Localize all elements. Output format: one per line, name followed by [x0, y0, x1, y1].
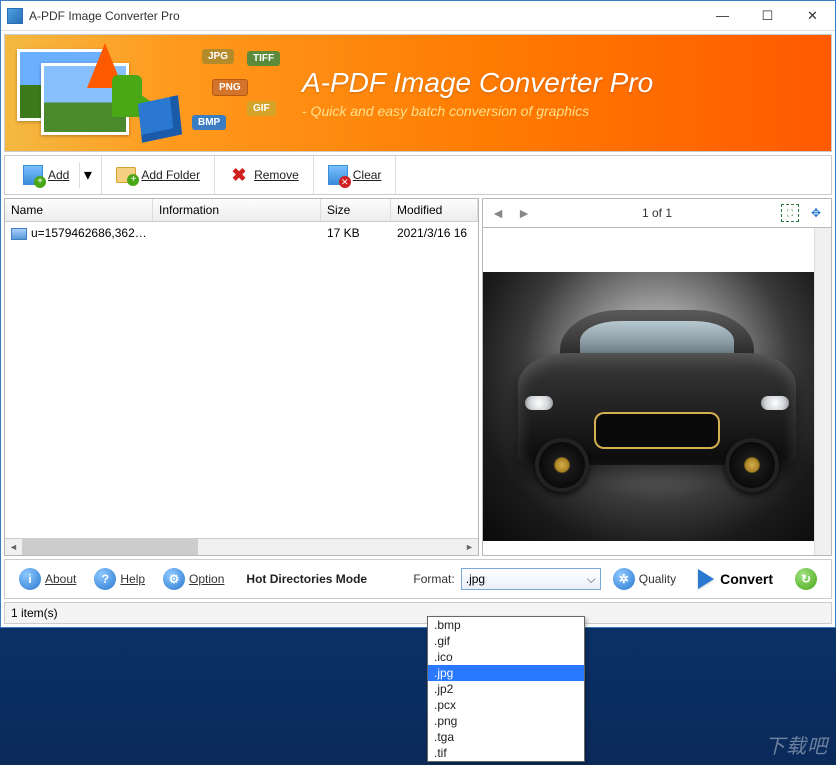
clear-icon [328, 165, 348, 185]
app-window: A-PDF Image Converter Pro — ☐ ✕ JPG TIFF… [0, 0, 836, 628]
app-icon [7, 8, 23, 24]
preview-panel: ◄ ► 1 of 1 ⛶ ✥ [482, 198, 832, 556]
column-name[interactable]: Name [5, 199, 153, 221]
extra-green-button[interactable]: ↻ [789, 566, 823, 592]
format-option[interactable]: .tif [428, 745, 584, 761]
preview-viewport[interactable] [482, 228, 832, 556]
status-text: 1 item(s) [11, 606, 58, 620]
banner-logo-graphic [17, 43, 172, 143]
close-button[interactable]: ✕ [790, 1, 835, 30]
preview-toolbar: ◄ ► 1 of 1 ⛶ ✥ [482, 198, 832, 228]
png-chip: PNG [212, 79, 248, 96]
add-button[interactable]: Add [15, 161, 77, 189]
hot-directories-mode-button[interactable]: Hot Directories Mode [246, 572, 367, 586]
tiff-chip: TIFF [247, 51, 280, 66]
header-banner: JPG TIFF PNG BMP GIF A-PDF Image Convert… [4, 34, 832, 152]
bottom-toolbar: i About ? Help ⚙ Option Hot Directories … [4, 559, 832, 599]
option-button[interactable]: ⚙ Option [157, 566, 230, 592]
main-toolbar: Add ▾ Add Folder ✖ Remove Clear [4, 155, 832, 195]
file-list-body[interactable]: u=1579462686,362220... 17 KB 2021/3/16 1… [5, 222, 478, 538]
preview-image-content [483, 272, 831, 540]
minimize-button[interactable]: — [700, 1, 745, 30]
scroll-right-icon[interactable]: ► [461, 539, 478, 555]
gear-icon: ⚙ [163, 568, 185, 590]
banner-title: A-PDF Image Converter Pro [302, 67, 819, 99]
remove-button[interactable]: ✖ Remove [221, 161, 307, 189]
quality-button[interactable]: ✲ Quality [607, 566, 682, 592]
image-file-icon [11, 228, 27, 240]
help-icon: ? [94, 568, 116, 590]
format-option[interactable]: .tga [428, 729, 584, 745]
prev-page-button[interactable]: ◄ [489, 204, 507, 222]
banner-subtitle: - Quick and easy batch conversion of gra… [302, 103, 819, 119]
format-option[interactable]: .bmp [428, 617, 584, 633]
format-label: Format: [413, 572, 454, 586]
preview-vertical-scrollbar[interactable] [814, 228, 831, 555]
format-option[interactable]: .pcx [428, 697, 584, 713]
add-image-icon [23, 165, 43, 185]
bmp-chip: BMP [192, 115, 226, 130]
scroll-thumb[interactable] [22, 539, 198, 555]
format-option[interactable]: .jpg [428, 665, 584, 681]
titlebar: A-PDF Image Converter Pro — ☐ ✕ [1, 1, 835, 31]
format-option[interactable]: .png [428, 713, 584, 729]
circle-arrow-icon: ↻ [795, 568, 817, 590]
convert-button[interactable]: Convert [688, 565, 783, 593]
horizontal-scrollbar[interactable]: ◄ ► [5, 538, 478, 555]
zoom-fit-button[interactable]: ⛶ [781, 204, 799, 222]
quality-icon: ✲ [613, 568, 635, 590]
info-icon: i [19, 568, 41, 590]
play-icon [698, 569, 714, 589]
banner-format-chips: JPG TIFF PNG BMP GIF [192, 43, 302, 143]
format-option[interactable]: .gif [428, 633, 584, 649]
clear-button[interactable]: Clear [320, 161, 390, 189]
watermark-text: 下载吧 [765, 730, 828, 759]
jpg-chip: JPG [202, 49, 234, 64]
about-button[interactable]: i About [13, 566, 82, 592]
add-dropdown-caret[interactable]: ▾ [79, 162, 95, 188]
folder-icon [116, 167, 136, 183]
zoom-actual-button[interactable]: ✥ [807, 204, 825, 222]
next-page-button[interactable]: ► [515, 204, 533, 222]
column-info[interactable]: Information [153, 199, 321, 221]
status-bar: 1 item(s) [4, 602, 832, 624]
format-option[interactable]: .jp2 [428, 681, 584, 697]
help-button[interactable]: ? Help [88, 566, 151, 592]
file-list-header: Name Information Size Modified [5, 199, 478, 222]
format-dropdown-list[interactable]: .bmp.gif.ico.jpg.jp2.pcx.png.tga.tif [427, 616, 585, 762]
format-option[interactable]: .ico [428, 649, 584, 665]
page-indicator: 1 of 1 [541, 206, 773, 220]
scroll-left-icon[interactable]: ◄ [5, 539, 22, 555]
gif-chip: GIF [247, 101, 276, 116]
window-title: A-PDF Image Converter Pro [29, 9, 700, 23]
remove-icon: ✖ [229, 165, 249, 185]
table-row[interactable]: u=1579462686,362220... 17 KB 2021/3/16 1… [5, 222, 478, 244]
add-folder-button[interactable]: Add Folder [108, 161, 208, 189]
maximize-button[interactable]: ☐ [745, 1, 790, 30]
format-select[interactable]: .jpg [461, 568, 601, 590]
column-size[interactable]: Size [321, 199, 391, 221]
column-modified[interactable]: Modified [391, 199, 478, 221]
file-list-panel: Name Information Size Modified u=1579462… [4, 198, 479, 556]
